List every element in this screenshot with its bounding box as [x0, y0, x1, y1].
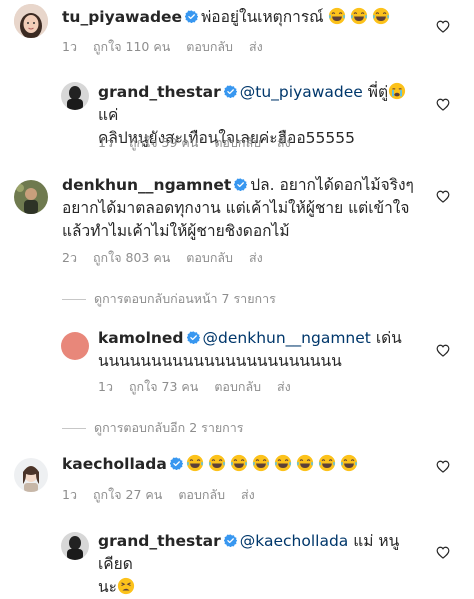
view-previous-replies[interactable]: ดูการตอบกลับก่อนหน้า 7 รายการ — [62, 289, 276, 309]
comment-tu-piyawadee: tu_piyawadee พ่ออยู่ในเหตุการณ์ 1ว ถูกใจ 1… — [0, 0, 474, 70]
send-button[interactable]: ส่ง — [277, 135, 291, 150]
like-heart-icon[interactable] — [436, 190, 450, 203]
avatar[interactable] — [14, 4, 48, 38]
comment-text: denkhun__ngamnet ปล. อยากได้ดอกไม้จริงๆ อ… — [62, 174, 432, 243]
comment-meta: 1ว ถูกใจ 73 คน ตอบกลับ ส่ง — [98, 377, 307, 397]
comment-text: kaechollada — [62, 453, 432, 476]
verified-badge-icon — [187, 331, 200, 344]
comment-body: ปล. อยากได้ดอกไม้จริงๆ — [250, 176, 414, 194]
mention[interactable]: @kaechollada — [240, 532, 349, 550]
laughing-emoji-icon — [296, 454, 314, 472]
avatar-image — [14, 180, 48, 214]
crying-emoji-icon — [388, 82, 406, 100]
username[interactable]: grand_thestar — [98, 83, 221, 101]
like-heart-icon[interactable] — [436, 98, 450, 111]
username[interactable]: grand_thestar — [98, 532, 221, 550]
divider-line — [62, 299, 86, 300]
comment-body: เด่น — [375, 329, 402, 347]
avatar-image — [14, 458, 48, 492]
likes-count[interactable]: ถูกใจ 73 คน — [129, 379, 198, 394]
comment-meta: 2ว ถูกใจ 803 คน ตอบกลับ ส่ง — [62, 248, 279, 268]
avatar[interactable] — [14, 180, 48, 214]
comment-body: แล้วทำไมเค้าไม่ให้ผู้ชายชิงดอกไม้ — [62, 222, 290, 240]
comment-text: kamolned @denkhun__ngamnet เด่น นนนนนนนนน… — [98, 327, 428, 373]
laughing-emoji-icon — [350, 7, 368, 25]
view-more-replies[interactable]: ดูการตอบกลับอีก 2 รายการ — [62, 418, 243, 438]
laughing-emoji-icon — [372, 7, 390, 25]
timestamp: 1ว — [98, 135, 113, 150]
laughing-emoji-icon — [186, 454, 204, 472]
comment-meta: 1ว ถูกใจ 27 คน ตอบกลับ ส่ง — [62, 485, 271, 505]
username[interactable]: kaechollada — [62, 455, 167, 473]
avatar[interactable] — [61, 82, 89, 110]
like-heart-icon[interactable] — [436, 20, 450, 33]
comment-denkhun-ngamnet: denkhun__ngamnet ปล. อยากได้ดอกไม้จริงๆ อ… — [0, 170, 474, 280]
laughing-emoji-icon — [274, 454, 292, 472]
comment-body: แค่ — [98, 106, 119, 124]
username[interactable]: denkhun__ngamnet — [62, 176, 231, 194]
view-previous-replies-label: ดูการตอบกลับก่อนหน้า 7 รายการ — [94, 291, 276, 306]
username[interactable]: tu_piyawadee — [62, 8, 182, 26]
comment-body: อยากได้มาตลอดทุกงาน แต่เค้าไม่ให้ผู้ชาย … — [62, 199, 410, 217]
comment-meta: 1ว ถูกใจ 110 คน ตอบกลับ ส่ง — [62, 37, 279, 57]
view-more-replies-label: ดูการตอบกลับอีก 2 รายการ — [94, 420, 244, 435]
avatar[interactable] — [61, 532, 89, 560]
send-button[interactable]: ส่ง — [249, 39, 263, 54]
verified-badge-icon — [224, 85, 237, 98]
comment-body: นนนนนนนนนนนนนนนนนนนนนนน — [98, 352, 342, 370]
reply-button[interactable]: ตอบกลับ — [186, 250, 233, 265]
likes-count[interactable]: ถูกใจ 59 คน — [129, 135, 198, 150]
laughing-emoji-icon — [252, 454, 270, 472]
likes-count[interactable]: ถูกใจ 803 คน — [93, 250, 170, 265]
comment-text: grand_thestar @kaechollada แม่ หนูเคียด น… — [98, 530, 428, 599]
verified-badge-icon — [185, 10, 198, 23]
timestamp: 1ว — [98, 379, 113, 394]
reply-kamolned: kamolned @denkhun__ngamnet เด่น นนนนนนนนน… — [0, 322, 474, 402]
mention[interactable]: @tu_piyawadee — [240, 83, 363, 101]
avatar-image — [61, 82, 89, 110]
reply-grand-thestar: grand_thestar @tu_piyawadee พี่ตู่แค่ คลิ… — [0, 70, 474, 160]
laughing-emoji-icon — [318, 454, 336, 472]
tired-emoji-icon — [117, 577, 135, 595]
likes-count[interactable]: ถูกใจ 110 คน — [93, 39, 170, 54]
timestamp: 1ว — [62, 39, 77, 54]
laughing-emoji-icon — [328, 7, 346, 25]
mention[interactable]: @denkhun__ngamnet — [203, 329, 371, 347]
timestamp: 2ว — [62, 250, 77, 265]
laughing-emoji-icon — [340, 454, 358, 472]
divider-line — [62, 428, 86, 429]
avatar-image — [14, 4, 48, 38]
username[interactable]: kamolned — [98, 329, 184, 347]
comment-body: นะ — [98, 578, 117, 596]
reply-grand-thestar-2: grand_thestar @kaechollada แม่ หนูเคียด น… — [0, 522, 474, 596]
like-heart-icon[interactable] — [436, 460, 450, 473]
likes-count[interactable]: ถูกใจ 27 คน — [93, 487, 162, 502]
reply-button[interactable]: ตอบกลับ — [214, 135, 261, 150]
verified-badge-icon — [170, 457, 183, 470]
comment-body: พี่ตู่ — [367, 83, 389, 101]
like-heart-icon[interactable] — [436, 344, 450, 357]
avatar[interactable] — [61, 332, 89, 360]
reply-button[interactable]: ตอบกลับ — [186, 39, 233, 54]
comment-body: พ่ออยู่ในเหตุการณ์ — [201, 8, 324, 26]
send-button[interactable]: ส่ง — [241, 487, 255, 502]
reply-button[interactable]: ตอบกลับ — [178, 487, 225, 502]
send-button[interactable]: ส่ง — [249, 250, 263, 265]
laughing-emoji-icon — [208, 454, 226, 472]
send-button[interactable]: ส่ง — [277, 379, 291, 394]
avatar[interactable] — [14, 458, 48, 492]
avatar-image — [61, 532, 89, 560]
laughing-emoji-icon — [230, 454, 248, 472]
timestamp: 1ว — [62, 487, 77, 502]
reply-button[interactable]: ตอบกลับ — [214, 379, 261, 394]
comment-meta: 1ว ถูกใจ 59 คน ตอบกลับ ส่ง — [98, 133, 307, 153]
like-heart-icon[interactable] — [436, 546, 450, 559]
verified-badge-icon — [234, 178, 247, 191]
comment-text: tu_piyawadee พ่ออยู่ในเหตุการณ์ — [62, 6, 422, 29]
comment-kaechollada: kaechollada 1ว ถูกใจ 27 คน ตอบกลับ ส่ง — [0, 448, 474, 513]
verified-badge-icon — [224, 534, 237, 547]
